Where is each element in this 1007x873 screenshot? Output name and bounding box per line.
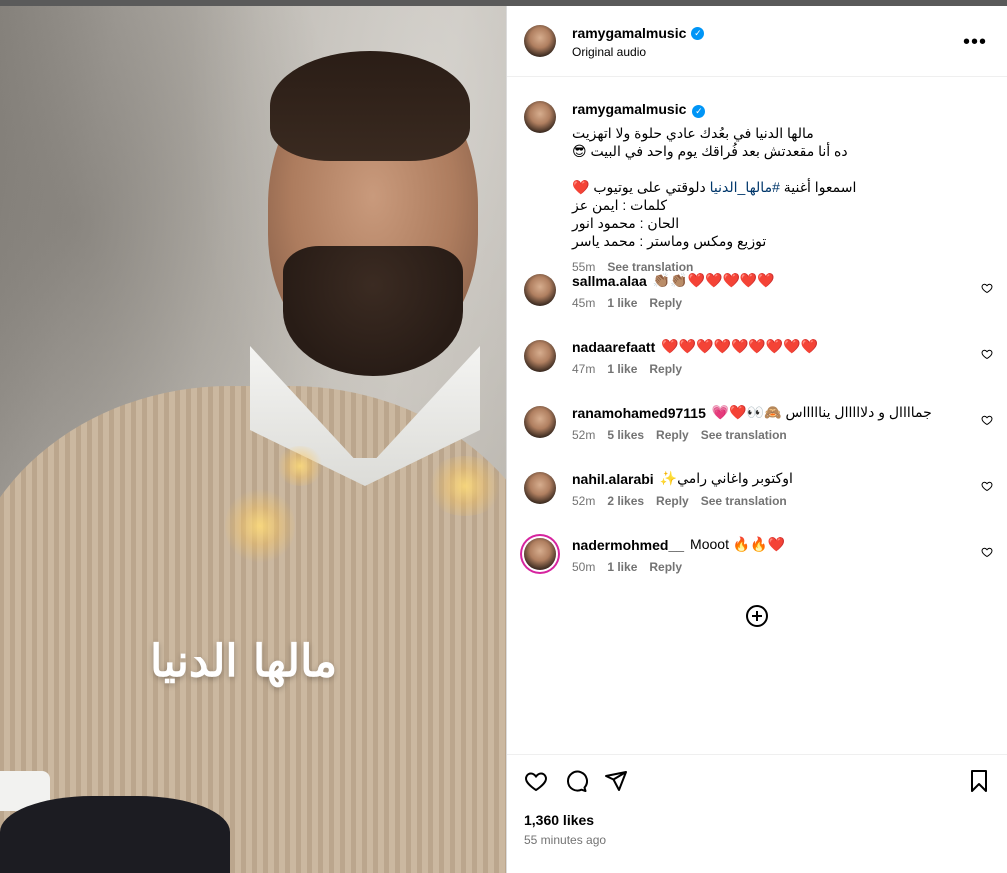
light-glow xyxy=(225,486,295,566)
share-icon[interactable] xyxy=(604,769,628,793)
comment-item: ranamohamed97115 جماااال و دلااااال ينااا… xyxy=(507,404,1007,464)
verified-icon: ✓ xyxy=(691,26,705,40)
caption-avatar[interactable] xyxy=(524,101,556,133)
heart-icon[interactable] xyxy=(524,769,548,793)
post-time[interactable]: 55 minutes ago xyxy=(524,833,606,847)
commenter-avatar[interactable] xyxy=(524,538,556,570)
comment-text: ❤️❤️❤️❤️❤️❤️❤️❤️❤️ xyxy=(661,338,819,354)
reply-link[interactable]: Reply xyxy=(649,560,682,574)
comment-text: اوكتوبر واغاني رامي✨ xyxy=(659,470,793,486)
reply-link[interactable]: Reply xyxy=(656,428,689,442)
beard xyxy=(283,246,463,376)
reply-link[interactable]: Reply xyxy=(649,296,682,310)
comment-item: nadermohmed__ Mooot 🔥🔥❤️ 50m 1 like Reply xyxy=(507,536,1007,596)
heart-icon[interactable] xyxy=(981,348,993,360)
audio-label[interactable]: Original audio xyxy=(572,45,646,59)
comment-time: 45m xyxy=(572,296,596,310)
comment-item: nahil.alarabi اوكتوبر واغاني رامي✨ 52m 2 l… xyxy=(507,470,1007,530)
caption-lyrics-line: كلمات : ايمن عز xyxy=(572,197,668,213)
commenter-avatar[interactable] xyxy=(524,340,556,372)
post-side-panel: ramygamalmusic ✓ Original audio ••• ramy… xyxy=(506,6,1007,873)
light-glow xyxy=(275,446,325,486)
comment-text: جماااال و دلااااال يناااااس 🙈👀❤️💗 xyxy=(711,404,932,420)
bookmark-icon[interactable] xyxy=(967,769,991,793)
comment-likes[interactable]: 5 likes xyxy=(607,428,644,442)
comment-time: 50m xyxy=(572,560,596,574)
heart-icon[interactable] xyxy=(981,414,993,426)
comment-icon[interactable] xyxy=(564,769,588,793)
commenter-username[interactable]: sallma.alaa xyxy=(572,273,647,289)
caption-username[interactable]: ramygamalmusic xyxy=(572,100,686,118)
verified-icon: ✓ xyxy=(692,105,706,118)
author-avatar[interactable] xyxy=(524,25,556,57)
commenter-username[interactable]: nadermohmed__ xyxy=(572,537,684,553)
heart-icon[interactable] xyxy=(981,282,993,294)
heart-icon[interactable] xyxy=(981,546,993,558)
caption-mix-line: توزيع ومكس وماستر : محمد ياسر xyxy=(572,233,767,249)
post-header: ramygamalmusic ✓ Original audio ••• xyxy=(507,6,1007,77)
comment-item: sallma.alaa 👏🏽👏🏽❤️❤️❤️❤️❤️ 45m 1 like Reply xyxy=(507,272,1007,332)
author-username-row: ramygamalmusic ✓ xyxy=(572,25,705,41)
see-translation-link[interactable]: See translation xyxy=(701,494,787,508)
comment-likes[interactable]: 1 like xyxy=(607,296,637,310)
commenter-username[interactable]: ranamohamed97115 xyxy=(572,405,706,421)
light-glow xyxy=(425,456,505,516)
commenter-avatar[interactable] xyxy=(524,274,556,306)
comment-likes[interactable]: 1 like xyxy=(607,560,637,574)
media-title-overlay: مالها الدنيا xyxy=(150,636,338,687)
hair xyxy=(270,51,470,161)
reply-link[interactable]: Reply xyxy=(656,494,689,508)
heart-icon[interactable] xyxy=(981,480,993,492)
caption-listen-post: دلوقتي على يوتيوب ❤️ xyxy=(572,179,710,195)
add-circle-icon[interactable] xyxy=(745,604,769,628)
reply-link[interactable]: Reply xyxy=(649,362,682,376)
commenter-avatar[interactable] xyxy=(524,406,556,438)
comment-text: 👏🏽👏🏽❤️❤️❤️❤️❤️ xyxy=(652,272,775,288)
post-media[interactable]: مالها الدنيا xyxy=(0,6,506,873)
comment-time: 47m xyxy=(572,362,596,376)
more-icon[interactable]: ••• xyxy=(963,32,987,52)
caption-melody-line: الحان : محمود انور xyxy=(572,215,680,231)
commenter-username[interactable]: nadaarefaatt xyxy=(572,339,655,355)
comment-text: Mooot 🔥🔥❤️ xyxy=(690,536,786,552)
caption-credits: اسمعوا أغنية #مالها_الدنيا دلوقتي على يو… xyxy=(572,178,952,250)
caption-line-2: ده أنا مقعدتش بعد فُراقك يوم واحد في الب… xyxy=(572,143,848,159)
caption-line-1: مالها الدنيا في بعُدك عادي حلوة ولا اتهز… xyxy=(572,125,814,141)
caption-listen-pre: اسمعوا أغنية xyxy=(779,179,857,195)
pants xyxy=(0,796,230,873)
commenter-username[interactable]: nahil.alarabi xyxy=(572,471,654,487)
caption-listen-line: اسمعوا أغنية #مالها_الدنيا دلوقتي على يو… xyxy=(572,178,952,196)
author-username[interactable]: ramygamalmusic xyxy=(572,25,686,41)
comment-likes[interactable]: 1 like xyxy=(607,362,637,376)
see-translation-link[interactable]: See translation xyxy=(701,428,787,442)
comment-time: 52m xyxy=(572,494,596,508)
comment-time: 52m xyxy=(572,428,596,442)
likes-count[interactable]: 1,360 likes xyxy=(524,812,594,828)
comment-item: nadaarefaatt ❤️❤️❤️❤️❤️❤️❤️❤️❤️ 47m 1 like… xyxy=(507,338,1007,398)
caption-body: ramygamalmusic ✓ مالها الدنيا في بعُدك ع… xyxy=(572,100,952,276)
hashtag-link[interactable]: #مالها_الدنيا xyxy=(710,179,780,195)
comment-likes[interactable]: 2 likes xyxy=(607,494,644,508)
commenter-avatar[interactable] xyxy=(524,472,556,504)
post-actions: 1,360 likes 55 minutes ago xyxy=(507,754,1007,873)
